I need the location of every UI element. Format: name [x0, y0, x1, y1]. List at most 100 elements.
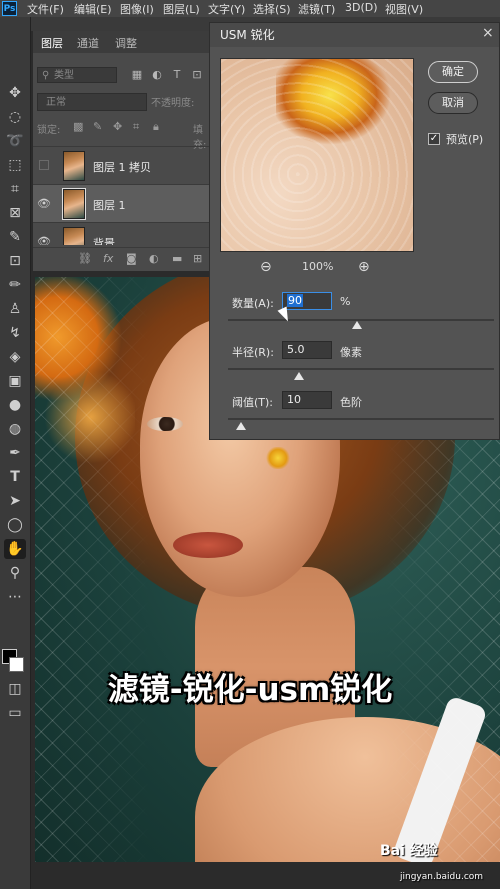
search-icon: ⚲: [42, 70, 50, 81]
panel-tabs: 图层 通道 调整: [33, 31, 210, 53]
radius-field[interactable]: 5.0: [282, 341, 332, 359]
visibility-toggle[interactable]: [39, 160, 49, 170]
baidu-watermark: Bai 经验: [380, 843, 438, 859]
eyedropper-tool-icon[interactable]: ✎: [4, 227, 26, 247]
tab-layers[interactable]: 图层: [41, 35, 63, 51]
layer-row[interactable]: 图层 1 拷贝: [33, 146, 210, 185]
zoom-controls: ⊖ 100% ⊕: [250, 259, 390, 277]
stamp-tool-icon[interactable]: ♙: [4, 299, 26, 319]
layer-row[interactable]: 👁︎ 背景: [33, 222, 210, 245]
pen-tool-icon[interactable]: ✒: [4, 443, 26, 463]
link-layers-icon[interactable]: ⛓: [78, 252, 92, 265]
add-mask-icon[interactable]: ◙: [126, 252, 137, 265]
threshold-slider-track[interactable]: [228, 418, 494, 420]
crop-tool-icon[interactable]: ⌗: [4, 179, 26, 199]
lock-transparent-icon[interactable]: ▩: [73, 120, 83, 133]
menu-file[interactable]: 文件(F): [27, 1, 64, 17]
adjustment-layer-icon[interactable]: ◐: [149, 252, 159, 265]
layer-thumbnail: [62, 188, 86, 220]
amount-field[interactable]: 90: [282, 292, 332, 310]
layer-row-selected[interactable]: 👁︎ 图层 1: [33, 184, 210, 223]
cancel-button[interactable]: 取消: [428, 92, 478, 114]
dialog-title: USM 锐化: [210, 23, 499, 47]
layer-name: 背景: [93, 237, 115, 245]
watermark-url: jingyan.baidu.com: [400, 872, 484, 882]
eye-icon[interactable]: 👁︎: [37, 235, 51, 245]
menu-layer[interactable]: 图层(L): [163, 1, 200, 17]
brush-tool-icon[interactable]: ✏: [4, 275, 26, 295]
fx-icon[interactable]: fx: [103, 252, 113, 265]
gradient-tool-icon[interactable]: ▣: [4, 371, 26, 391]
tools-panel: ✥ ◌ ➰ ⬚ ⌗ ⊠ ✎ ⊡ ✏ ♙ ↯ ◈ ▣ ● ◍ ✒ T ➤ ◯ ✋ …: [0, 17, 31, 889]
amount-label: 数量(A):: [232, 297, 274, 310]
adjustment-filter-icon[interactable]: ◐: [150, 67, 164, 83]
menu-filter[interactable]: 滤镜(T): [298, 1, 335, 17]
ok-button[interactable]: 确定: [428, 61, 478, 83]
zoom-tool-icon[interactable]: ⚲: [4, 563, 26, 583]
video-caption: 滤镜-锐化-usm锐化: [107, 672, 393, 708]
lock-position-icon[interactable]: ✥: [113, 120, 122, 133]
radius-slider-handle[interactable]: [294, 372, 304, 380]
close-icon[interactable]: ×: [482, 25, 494, 41]
menu-type[interactable]: 文字(Y): [208, 1, 245, 17]
dodge-tool-icon[interactable]: ◍: [4, 419, 26, 439]
menu-select[interactable]: 选择(S): [253, 1, 291, 17]
tab-channels[interactable]: 通道: [77, 35, 99, 51]
marquee-tool-icon[interactable]: ◌: [4, 107, 26, 127]
tab-adjustments[interactable]: 调整: [115, 35, 137, 51]
shape-filter-icon[interactable]: ⊡: [190, 67, 204, 83]
eye-icon[interactable]: 👁︎: [37, 197, 51, 211]
layers-panel-footer: ⛓ fx ◙ ◐ ▬ ⊞: [33, 247, 210, 270]
more-tools-icon[interactable]: ⋯: [4, 587, 26, 607]
menu-bar: Ps 文件(F) 编辑(E) 图像(I) 图层(L) 文字(Y) 选择(S) 滤…: [0, 0, 500, 17]
preview-checkbox[interactable]: ✓: [428, 133, 440, 145]
type-filter-icon[interactable]: T: [170, 67, 184, 83]
layer-name: 图层 1 拷贝: [93, 161, 151, 174]
lasso-tool-icon[interactable]: ➰: [4, 131, 26, 151]
blur-tool-icon[interactable]: ●: [4, 395, 26, 415]
lock-artboard-icon[interactable]: ⌗: [133, 120, 139, 134]
filter-preview[interactable]: [220, 58, 414, 252]
history-brush-icon[interactable]: ↯: [4, 323, 26, 343]
layer-kind-filter[interactable]: ⚲ 类型: [37, 67, 117, 83]
lock-all-icon[interactable]: 🔒︎: [153, 120, 159, 134]
layers-panel: 图层 通道 调整 ⚲ 类型 ▦ ◐ T ⊡ 正常 不透明度: 锁定: ▩ ✎ ✥…: [33, 31, 210, 271]
threshold-label: 阈值(T):: [232, 396, 274, 409]
type-tool-icon[interactable]: T: [4, 467, 26, 487]
menu-3d[interactable]: 3D(D): [345, 1, 378, 14]
blend-mode-select[interactable]: 正常: [37, 93, 147, 111]
eraser-tool-icon[interactable]: ◈: [4, 347, 26, 367]
new-layer-icon[interactable]: ⊞: [193, 252, 202, 265]
quick-select-tool-icon[interactable]: ⬚: [4, 155, 26, 175]
layer-thumbnail: [63, 227, 85, 245]
threshold-field[interactable]: 10: [282, 391, 332, 409]
frame-tool-icon[interactable]: ⊠: [4, 203, 26, 223]
shape-tool-icon[interactable]: ◯: [4, 515, 26, 535]
amount-unit: %: [340, 295, 351, 308]
pixel-filter-icon[interactable]: ▦: [130, 67, 144, 83]
lock-label: 锁定:: [37, 125, 61, 136]
amount-value: 90: [287, 294, 303, 307]
usm-sharpen-dialog: USM 锐化 × 确定 取消 ✓ 预览(P) ⊖ 100% ⊕ 数量(A): 9…: [209, 22, 500, 440]
preview-label: 预览(P): [446, 133, 484, 146]
zoom-out-icon[interactable]: ⊖: [260, 259, 272, 275]
menu-image[interactable]: 图像(I): [120, 1, 154, 17]
radius-slider-track[interactable]: [228, 368, 494, 370]
healing-tool-icon[interactable]: ⊡: [4, 251, 26, 271]
opacity-label: 不透明度:: [151, 98, 195, 109]
zoom-in-icon[interactable]: ⊕: [358, 259, 370, 275]
move-tool-icon[interactable]: ✥: [4, 83, 26, 103]
layer-name: 图层 1: [93, 199, 126, 212]
hand-tool-icon[interactable]: ✋: [4, 539, 26, 559]
layer-kind-placeholder: 类型: [54, 70, 74, 81]
group-folder-icon[interactable]: ▬: [172, 252, 182, 265]
radius-unit: 像素: [340, 346, 362, 359]
lock-paint-icon[interactable]: ✎: [93, 120, 102, 133]
amount-slider-handle[interactable]: [352, 321, 362, 329]
radius-label: 半径(R):: [232, 346, 274, 359]
path-select-tool-icon[interactable]: ➤: [4, 491, 26, 511]
menu-view[interactable]: 视图(V): [385, 1, 423, 17]
menu-edit[interactable]: 编辑(E): [74, 1, 112, 17]
threshold-slider-handle[interactable]: [236, 422, 246, 430]
zoom-level: 100%: [302, 260, 334, 273]
